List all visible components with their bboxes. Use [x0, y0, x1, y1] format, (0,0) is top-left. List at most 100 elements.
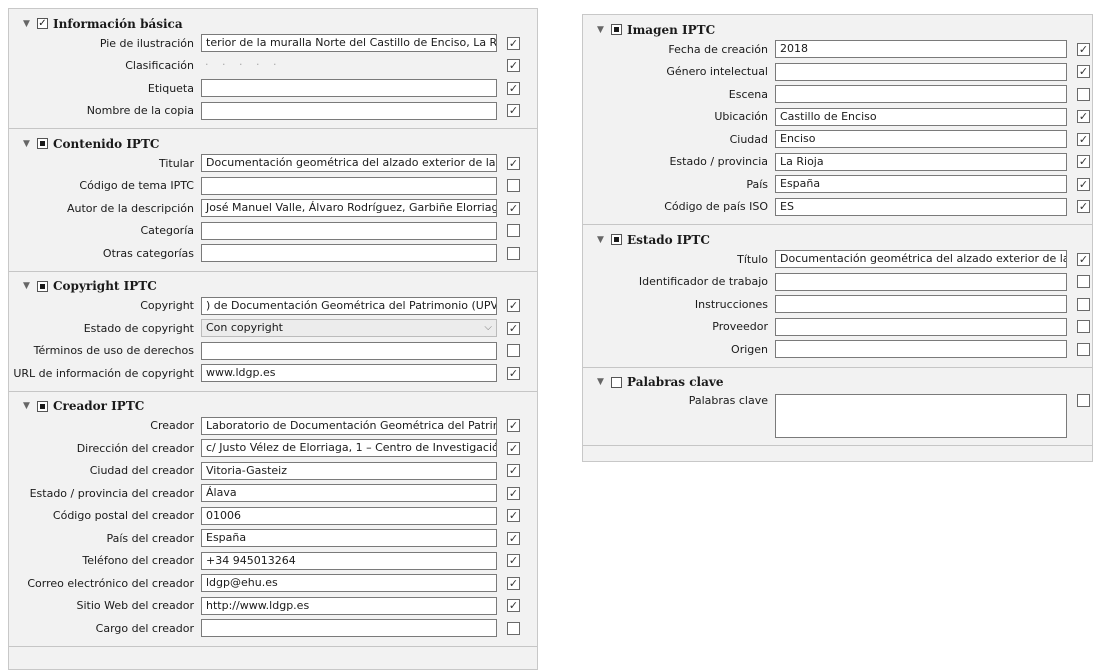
sync-checkbox[interactable] — [507, 344, 520, 358]
field-row-url-de-informacion-de-copyright: URL de información de copyright www.ldgp.… — [9, 362, 537, 385]
sync-checkbox[interactable]: ✓ — [507, 366, 520, 380]
sync-checkbox[interactable]: ✓ — [507, 531, 520, 545]
triangle-down-icon[interactable]: ▼ — [23, 139, 31, 149]
section-header-copyright-iptc[interactable]: ▼ Copyright IPTC — [9, 278, 537, 295]
check-icon: ✓ — [508, 366, 519, 380]
triangle-down-icon[interactable]: ▼ — [23, 19, 31, 29]
sync-checkbox[interactable]: ✓ — [507, 36, 520, 50]
sync-checkbox[interactable] — [507, 179, 520, 193]
copyright-field[interactable]: ) de Documentación Geométrica del Patrim… — [201, 296, 497, 315]
section-toggle-checkbox[interactable] — [37, 400, 48, 412]
instrucciones-field[interactable] — [775, 295, 1067, 314]
triangle-down-icon[interactable]: ▼ — [597, 235, 605, 245]
telefono-del-creador-field[interactable]: +34 945013264 — [201, 551, 497, 570]
codigo-de-tema-iptc-field[interactable] — [201, 176, 497, 195]
sync-checkbox[interactable] — [1077, 275, 1090, 289]
sync-checkbox[interactable]: ✓ — [1077, 155, 1090, 169]
sync-checkbox[interactable]: ✓ — [1077, 177, 1090, 191]
pais-field[interactable]: España — [775, 175, 1067, 194]
sync-checkbox[interactable]: ✓ — [507, 156, 520, 170]
estado-de-copyright-select[interactable]: Con copyright ⌵ — [201, 319, 497, 338]
direccion-del-creador-field[interactable]: c/ Justo Vélez de Elorriaga, 1 – Centro … — [201, 439, 497, 458]
genero-intelectual-field[interactable] — [775, 62, 1067, 81]
triangle-down-icon[interactable]: ▼ — [23, 401, 31, 411]
section-toggle-checkbox[interactable] — [37, 280, 48, 292]
pie-de-ilustracion-field[interactable]: terior de la muralla Norte del Castillo … — [201, 34, 497, 53]
sync-checkbox[interactable] — [1077, 320, 1090, 334]
sync-checkbox[interactable]: ✓ — [507, 599, 520, 613]
correo-electronico-del-creador-field[interactable]: ldgp@ehu.es — [201, 574, 497, 593]
sync-checkbox[interactable]: ✓ — [507, 509, 520, 523]
sync-checkbox[interactable] — [507, 246, 520, 260]
field-label: País del creador — [106, 531, 194, 545]
otras-categorias-field[interactable] — [201, 244, 497, 263]
proveedor-field[interactable] — [775, 317, 1067, 336]
sync-checkbox[interactable]: ✓ — [1077, 252, 1090, 266]
escena-field[interactable] — [775, 85, 1067, 104]
url-de-informacion-de-copyright-field[interactable]: www.ldgp.es — [201, 364, 497, 383]
sync-checkbox[interactable]: ✓ — [507, 59, 520, 73]
sync-checkbox[interactable]: ✓ — [507, 486, 520, 500]
autor-de-la-descripcion-field[interactable]: José Manuel Valle, Álvaro Rodríguez, Gar… — [201, 199, 497, 218]
section-toggle-checkbox[interactable]: ✓ — [37, 18, 48, 29]
clasificacion-field[interactable]: · · · · · — [201, 57, 497, 75]
fecha-de-creacion-field[interactable]: 2018 — [775, 40, 1067, 59]
sync-checkbox[interactable]: ✓ — [507, 104, 520, 118]
cargo-del-creador-field[interactable] — [201, 619, 497, 638]
estado-provincia-del-creador-field[interactable]: Álava — [201, 484, 497, 503]
triangle-down-icon[interactable]: ▼ — [23, 281, 31, 291]
titulo-field[interactable]: Documentación geométrica del alzado exte… — [775, 250, 1067, 269]
sync-checkbox[interactable]: ✓ — [507, 81, 520, 95]
sync-checkbox[interactable]: ✓ — [507, 554, 520, 568]
pais-del-creador-field[interactable]: España — [201, 529, 497, 548]
section-header-palabras-clave[interactable]: ▼ Palabras clave — [583, 374, 1092, 391]
codigo-de-pais-iso-field[interactable]: ES — [775, 197, 1067, 216]
categoria-field[interactable] — [201, 221, 497, 240]
sync-checkbox[interactable]: ✓ — [507, 321, 520, 335]
identificador-de-trabajo-field[interactable] — [775, 272, 1067, 291]
field-label: Sitio Web del creador — [76, 599, 195, 613]
nombre-de-la-copia-field[interactable] — [201, 101, 497, 120]
section-header-creador-iptc[interactable]: ▼ Creador IPTC — [9, 398, 537, 415]
sync-checkbox[interactable] — [1077, 393, 1090, 407]
sync-checkbox[interactable] — [1077, 297, 1090, 311]
section-toggle-checkbox[interactable] — [611, 376, 622, 388]
section-toggle-checkbox[interactable] — [611, 24, 622, 35]
sync-checkbox[interactable]: ✓ — [1077, 200, 1090, 214]
estado-provincia-field[interactable]: La Rioja — [775, 152, 1067, 171]
ciudad-field[interactable]: Enciso — [775, 130, 1067, 149]
sync-checkbox[interactable]: ✓ — [507, 441, 520, 455]
section-header-imagen-iptc[interactable]: ▼ Imagen IPTC — [583, 21, 1092, 38]
sync-checkbox[interactable]: ✓ — [507, 201, 520, 215]
sync-checkbox[interactable]: ✓ — [507, 419, 520, 433]
origen-field[interactable] — [775, 340, 1067, 359]
section-header-contenido-iptc[interactable]: ▼ Contenido IPTC — [9, 135, 537, 152]
ciudad-del-creador-field[interactable]: Vitoria-Gasteiz — [201, 461, 497, 480]
sync-checkbox[interactable]: ✓ — [1077, 132, 1090, 146]
etiqueta-field[interactable] — [201, 79, 497, 98]
sync-checkbox[interactable]: ✓ — [507, 299, 520, 313]
section-header-estado-iptc[interactable]: ▼ Estado IPTC — [583, 231, 1092, 248]
field-label: Términos de uso de derechos — [33, 344, 194, 358]
sync-checkbox[interactable] — [1077, 342, 1090, 356]
triangle-down-icon[interactable]: ▼ — [597, 377, 605, 387]
section-toggle-checkbox[interactable] — [37, 138, 48, 149]
sync-checkbox[interactable] — [507, 621, 520, 635]
ubicacion-field[interactable]: Castillo de Enciso — [775, 107, 1067, 126]
sync-checkbox[interactable]: ✓ — [507, 464, 520, 478]
sync-checkbox[interactable] — [507, 224, 520, 238]
codigo-postal-del-creador-field[interactable]: 01006 — [201, 506, 497, 525]
terminos-de-uso-de-derechos-field[interactable] — [201, 341, 497, 360]
sync-checkbox[interactable]: ✓ — [1077, 110, 1090, 124]
sync-checkbox[interactable] — [1077, 87, 1090, 101]
titular-field[interactable]: Documentación geométrica del alzado exte… — [201, 154, 497, 173]
sync-checkbox[interactable]: ✓ — [507, 576, 520, 590]
sync-checkbox[interactable]: ✓ — [1077, 42, 1090, 56]
triangle-down-icon[interactable]: ▼ — [597, 25, 605, 35]
sync-checkbox[interactable]: ✓ — [1077, 65, 1090, 79]
sitio-web-del-creador-field[interactable]: http://www.ldgp.es — [201, 596, 497, 615]
section-toggle-checkbox[interactable] — [611, 234, 622, 245]
section-header-informacion-basica[interactable]: ▼ ✓ Información básica — [9, 15, 537, 32]
palabras-clave-field[interactable] — [775, 393, 1067, 438]
creador-field[interactable]: Laboratorio de Documentación Geométrica … — [201, 416, 497, 435]
